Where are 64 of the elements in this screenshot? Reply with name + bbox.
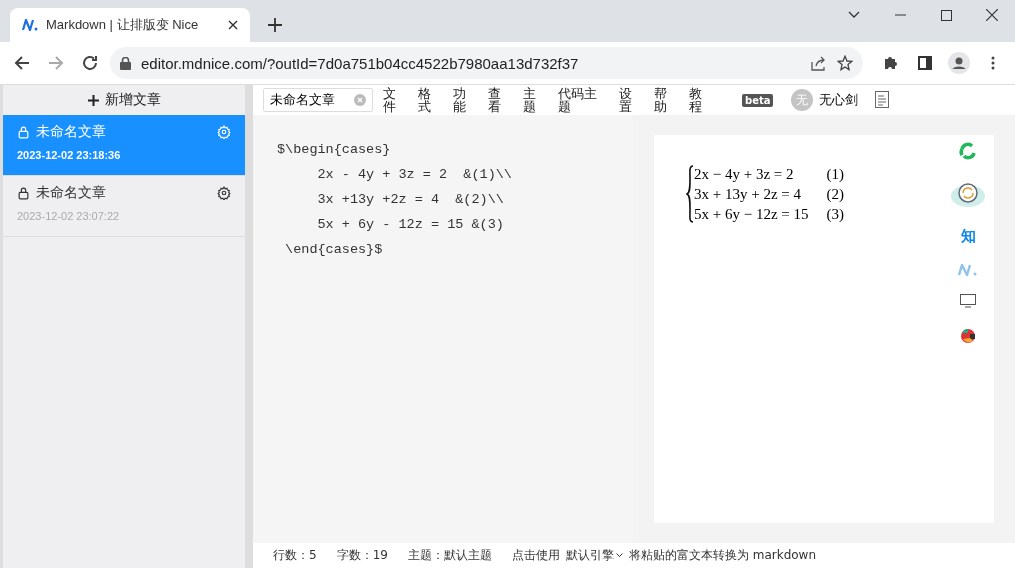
zhihu-text[interactable]: 知 (960, 227, 976, 246)
browser-tab[interactable]: Markdown | 让排版变 Nice (10, 8, 250, 42)
menu-item[interactable]: 帮 助 (654, 87, 667, 113)
menu-item[interactable]: 教 程 (689, 87, 702, 113)
equation-tag: (3) (826, 205, 845, 225)
equation: 5x + 6y − 12z = 15 (694, 205, 809, 224)
address-bar[interactable]: editor.mdnice.com/?outId=7d0a751b04cc4522b7980aa13d732f37 (110, 47, 863, 79)
caret-icon (615, 553, 623, 558)
menu-item[interactable]: 文 件 (383, 87, 396, 113)
document-tab[interactable]: 未命名文章 (263, 88, 373, 112)
plus-icon (87, 94, 99, 106)
more-icon[interactable] (991, 56, 995, 70)
menu-item[interactable]: 代码主 题 (558, 87, 597, 113)
share-icon[interactable] (811, 55, 827, 71)
profile-icon[interactable] (948, 52, 970, 74)
star-icon[interactable] (837, 55, 853, 71)
lock-icon (120, 56, 131, 70)
sidebar-icon[interactable] (918, 56, 932, 70)
menu-item[interactable]: 设 置 (619, 87, 632, 113)
minimize-icon[interactable] (894, 14, 906, 16)
colorful-g-icon[interactable] (960, 326, 976, 344)
line-count: 行数：5 (273, 547, 317, 564)
reload-icon[interactable] (82, 55, 98, 71)
brace-icon (686, 165, 694, 223)
equation-tag: (2) (826, 185, 845, 205)
use-label: 点击使用 (511, 547, 560, 564)
new-tab-icon[interactable] (268, 18, 282, 32)
puzzle-icon[interactable] (883, 55, 899, 71)
char-count: 字数：19 (336, 547, 388, 564)
beta-badge: beta (742, 93, 774, 107)
menu-item[interactable]: 功 能 (453, 87, 466, 113)
code-line: 5x + 6y - 12z = 15 &(3) (316, 216, 505, 234)
maximize-icon[interactable] (940, 9, 952, 21)
equation: 3x + 13y + 2z = 4 (694, 185, 803, 204)
new-article-button[interactable]: 新增文章 (3, 85, 245, 115)
back-icon[interactable] (14, 55, 30, 71)
equation: 2x − 4y + 3z = 2 (694, 165, 795, 184)
document-icon[interactable] (874, 91, 891, 109)
code-line: 3x +13y +2z = 4 &(2)\\ (316, 191, 505, 209)
settings-icon[interactable] (217, 186, 231, 200)
monitor-icon[interactable] (960, 294, 976, 308)
equation-tag: (1) (826, 165, 845, 185)
menu-item[interactable]: 格 式 (418, 87, 431, 113)
code-line: 2x - 4y + 3z = 2 &(1)\\ (316, 166, 513, 184)
code-line: \end{cases}$ (284, 241, 384, 259)
article-date: 2023-12-02 23:18:36 (17, 149, 122, 161)
close-icon[interactable] (228, 20, 238, 30)
lock-icon (17, 125, 30, 139)
article-title: 未命名文章 (36, 123, 107, 141)
recycle-icon[interactable] (958, 141, 978, 161)
theme-label: 主题：默认主题 (407, 547, 492, 564)
logo-icon (22, 19, 38, 31)
menu-item[interactable]: 查 看 (488, 87, 501, 113)
lock-icon (17, 186, 30, 200)
convert-link[interactable]: 将粘贴的富文本转换为 markdown (628, 547, 817, 564)
engine-dropdown[interactable]: 默认引擎 (565, 547, 623, 564)
tab-title: Markdown | 让排版变 Nice (46, 16, 200, 34)
article-title: 未命名文章 (36, 184, 107, 202)
article-date: 2023-12-02 23:07:22 (17, 210, 121, 222)
chevron-down-icon[interactable] (848, 11, 860, 19)
code-line: $\begin{cases} (277, 141, 392, 159)
menu-item[interactable]: 主 题 (523, 87, 536, 113)
user-name[interactable]: 无心剑 (819, 91, 859, 109)
close-icon[interactable] (986, 9, 998, 21)
